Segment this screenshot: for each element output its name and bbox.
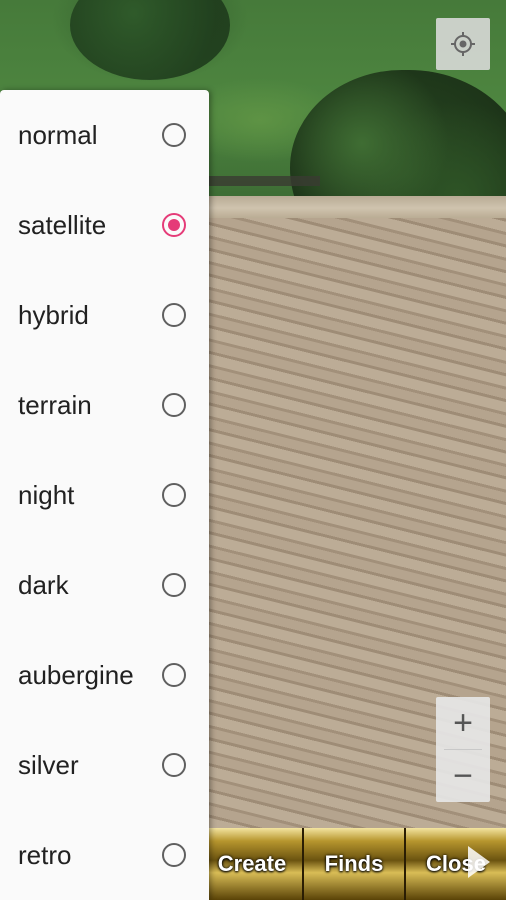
option-label: terrain [18, 389, 92, 420]
zoom-out-button[interactable]: − [436, 750, 490, 802]
map-type-menu: normal satellite hybrid terrain night da… [0, 90, 209, 900]
map-type-option-dark[interactable]: dark [0, 540, 209, 630]
option-label: aubergine [18, 659, 134, 690]
finds-button-label: Finds [324, 851, 384, 876]
dirt-road [200, 196, 506, 220]
map-type-option-retro[interactable]: retro [0, 810, 209, 900]
fence-line [200, 176, 320, 186]
option-label: normal [18, 119, 98, 150]
close-button[interactable]: Close [404, 828, 506, 900]
map-type-option-silver[interactable]: silver [0, 720, 209, 810]
map-type-option-terrain[interactable]: terrain [0, 360, 209, 450]
crosshair-target-icon [451, 32, 475, 56]
create-button-label: Create [217, 851, 287, 876]
zoom-in-button[interactable]: + [436, 697, 490, 749]
zoom-controls: + − [436, 697, 490, 802]
map-type-option-hybrid[interactable]: hybrid [0, 270, 209, 360]
radio-button[interactable] [162, 843, 186, 867]
option-label: night [18, 479, 75, 510]
map-type-option-satellite[interactable]: satellite [0, 180, 209, 270]
radio-button[interactable] [162, 573, 186, 597]
option-label: dark [18, 569, 69, 600]
radio-button[interactable] [162, 663, 186, 687]
option-label: retro [18, 839, 72, 870]
radio-button-selected[interactable] [162, 213, 186, 237]
arrow-right-icon [468, 846, 490, 878]
finds-button[interactable]: Finds [302, 828, 404, 900]
bottom-action-bar: Create Finds Close [200, 828, 506, 900]
radio-button[interactable] [162, 483, 186, 507]
my-location-button[interactable] [436, 18, 490, 70]
radio-button[interactable] [162, 303, 186, 327]
option-label: satellite [18, 209, 107, 240]
radio-button[interactable] [162, 753, 186, 777]
minus-icon: − [453, 757, 473, 795]
radio-button[interactable] [162, 393, 186, 417]
map-type-option-normal[interactable]: normal [0, 90, 209, 180]
option-label: hybrid [18, 299, 89, 330]
map-type-option-aubergine[interactable]: aubergine [0, 630, 209, 720]
map-type-option-night[interactable]: night [0, 450, 209, 540]
create-button[interactable]: Create [200, 828, 302, 900]
plus-icon: + [453, 704, 473, 742]
radio-button[interactable] [162, 123, 186, 147]
option-label: silver [18, 749, 79, 780]
